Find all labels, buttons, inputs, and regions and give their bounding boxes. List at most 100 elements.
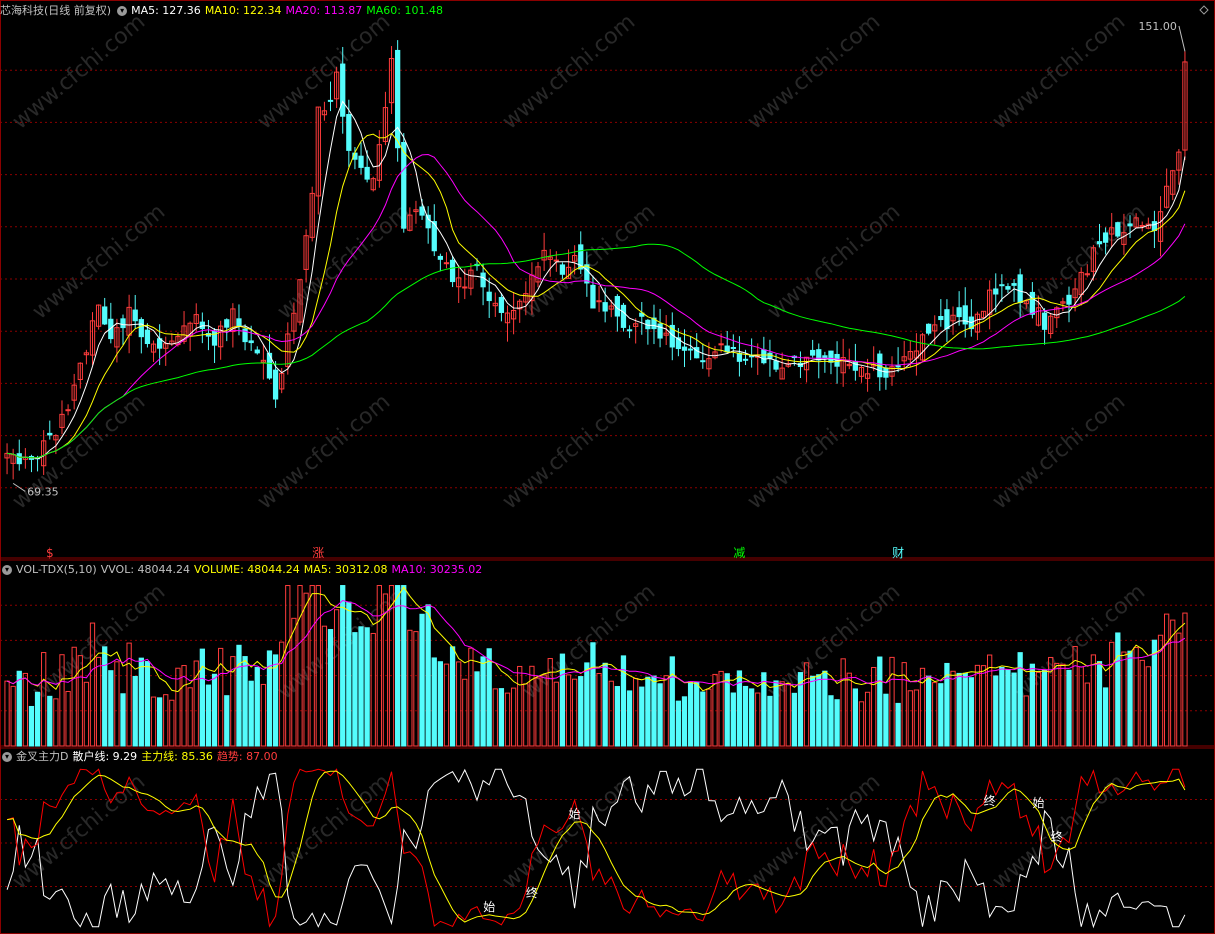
volume-bar-up: [840, 658, 846, 747]
volume-bar-up: [4, 680, 10, 747]
volume-bar-up: [1121, 651, 1127, 747]
diamond-icon: [1199, 5, 1209, 15]
volume-bar-up: [10, 685, 16, 747]
candle-down: [852, 360, 859, 371]
volume-bar-down: [248, 680, 254, 747]
event-marker: 财: [892, 546, 904, 560]
volume-bar-down: [925, 675, 932, 747]
candle-down: [486, 291, 492, 302]
candle-down: [938, 316, 944, 321]
volume-bar-up: [187, 687, 193, 747]
candle-up: [443, 262, 450, 265]
volume-bar-down: [449, 646, 456, 747]
volume-bar-up: [1176, 632, 1182, 747]
volume-bar-down: [626, 690, 633, 747]
price-settings-icon[interactable]: ▾: [117, 6, 128, 16]
candle-down: [895, 365, 901, 368]
signal-label: 终: [526, 885, 538, 900]
volume-bar-down: [1151, 639, 1158, 747]
candle-down: [584, 264, 590, 284]
volume-bar-up: [608, 680, 614, 747]
volume-bar-up: [913, 689, 920, 747]
volume-bar-up: [150, 696, 157, 747]
candle-down: [144, 329, 151, 345]
volume-bar-down: [199, 648, 205, 747]
candle-down: [773, 360, 779, 370]
volume-settings-icon[interactable]: ▾: [2, 565, 12, 575]
volume-bar-up: [169, 699, 175, 747]
indicator-title: 金叉主力D: [16, 750, 69, 763]
volume-bar-down: [791, 692, 797, 747]
volume-bar-down: [108, 670, 114, 747]
volume-bar-down: [1066, 669, 1072, 747]
candle-down: [736, 352, 743, 362]
volume-bar-up: [1078, 666, 1084, 747]
candle-down: [102, 306, 108, 325]
volume-bar-down: [675, 700, 682, 747]
candle-down: [272, 369, 279, 400]
candle-down: [1029, 291, 1036, 315]
candle-down: [449, 259, 456, 283]
volume-bar-down: [205, 684, 212, 747]
volume-bar-down: [669, 656, 675, 747]
volume-ma5-label: MA5: 30312.08: [303, 563, 388, 576]
volume-bar-down: [773, 680, 779, 747]
scatter-label: 散户线: 9.29: [72, 750, 138, 763]
volume-bar-up: [1164, 613, 1170, 747]
volume-bar-down: [16, 670, 22, 747]
candle-down: [590, 284, 596, 309]
volume-bar-down: [340, 585, 346, 747]
candle-up: [718, 343, 724, 346]
low-price-label: 69.35: [27, 485, 59, 498]
volume-bar-up: [175, 667, 181, 747]
volume-bar-up: [413, 631, 419, 747]
volume-bar-down: [1029, 663, 1036, 747]
volume-bar-up: [443, 663, 450, 747]
candle-down: [730, 346, 736, 349]
volume-bar-down: [437, 661, 444, 747]
candle-down: [687, 348, 694, 351]
watermark-text: www.cfchi.com: [743, 389, 885, 514]
volume-bar-down: [358, 626, 364, 747]
volume-bar-down: [962, 672, 968, 747]
watermark-text: www.cfchi.com: [498, 9, 640, 134]
volume-bar-up: [370, 632, 376, 747]
volume-bar-up: [1133, 647, 1139, 747]
volume-bar-down: [1011, 672, 1017, 747]
volume-bar-down: [724, 673, 730, 747]
volume-header: ▾ VOL-TDX(5,10) VVOL: 48044.24 VOLUME: 4804…: [0, 561, 486, 579]
candle-down: [602, 302, 608, 312]
volume-bar-down: [578, 676, 584, 747]
volume-bar-up: [510, 687, 517, 747]
candle-down: [1066, 294, 1072, 305]
volume-bar-up: [633, 677, 639, 747]
candle-down: [1115, 222, 1121, 237]
candle-down: [944, 309, 950, 330]
candle-down: [956, 307, 962, 318]
volume-bar-down: [828, 695, 834, 747]
watermark-text: www.cfchi.com: [8, 769, 150, 894]
volume-bar-up: [889, 656, 895, 747]
volume-bar-down: [590, 642, 596, 747]
volume-bar-down: [401, 585, 407, 747]
volume-bar-down: [748, 688, 755, 747]
volume-bar-down: [1096, 661, 1103, 747]
candle-down: [498, 297, 505, 313]
candle-down: [993, 288, 999, 295]
candle-down: [340, 63, 346, 117]
candle-down: [437, 255, 444, 260]
candle-down: [327, 99, 334, 102]
volume-bar-down: [498, 688, 505, 747]
volume-bar-up: [553, 681, 559, 747]
volume-bar-up: [114, 661, 120, 747]
signal-label: 始: [569, 807, 581, 821]
volume-bar-down: [352, 632, 358, 747]
volume-bar-down: [144, 661, 151, 747]
volume-bar-up: [468, 647, 474, 747]
volume-bar-up: [755, 692, 761, 747]
indicator-settings-icon[interactable]: ▾: [2, 752, 12, 762]
volume-bar-down: [34, 691, 41, 747]
volume-bar-down: [968, 677, 974, 747]
watermark-text: www.cfchi.com: [253, 389, 395, 514]
volume-bar-up: [285, 585, 291, 747]
